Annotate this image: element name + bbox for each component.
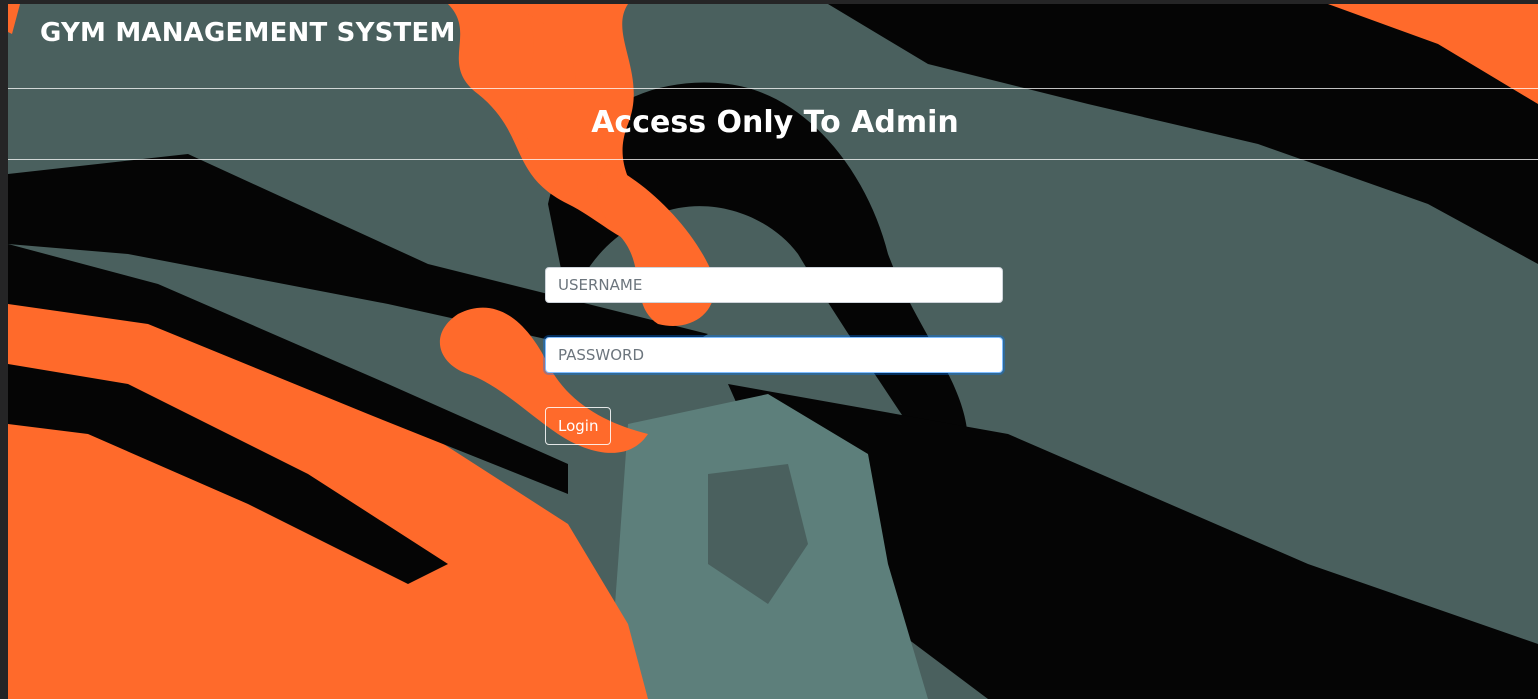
- navbar-brand[interactable]: GYM MANAGEMENT SYSTEM: [40, 18, 456, 48]
- password-input[interactable]: [545, 337, 1003, 373]
- login-page: GYM MANAGEMENT SYSTEM Access Only To Adm…: [8, 4, 1538, 699]
- username-input[interactable]: [545, 267, 1003, 303]
- header-divider-top: [8, 88, 1538, 89]
- login-button[interactable]: Login: [545, 407, 612, 445]
- header-divider-bottom: [8, 159, 1538, 160]
- page-title: Access Only To Admin: [591, 105, 959, 140]
- browser-frame: GYM MANAGEMENT SYSTEM Access Only To Adm…: [0, 0, 1538, 699]
